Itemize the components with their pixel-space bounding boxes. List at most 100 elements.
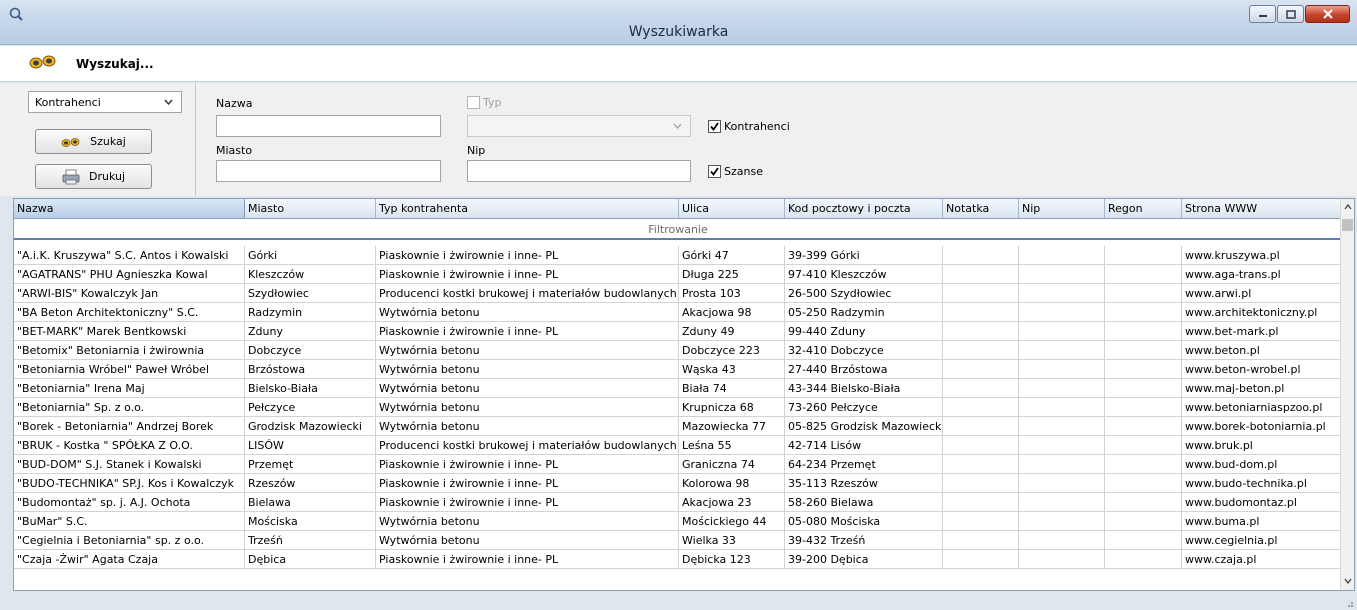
- table-cell: [1105, 436, 1182, 455]
- table-cell: Dębica: [245, 550, 376, 569]
- table-row[interactable]: "Borek - Betoniarnia" Andrzej Borek Grodz…: [14, 417, 1342, 436]
- close-icon: [1322, 9, 1333, 19]
- name-input[interactable]: [216, 115, 441, 137]
- column-header[interactable]: Notatka: [943, 199, 1019, 218]
- table-cell: Prosta 103: [679, 284, 785, 303]
- table-cell: Akacjowa 23: [679, 493, 785, 512]
- table-cell: [943, 379, 1019, 398]
- table-row[interactable]: "Betomix" Betoniarnia i żwirownia Dobczyc…: [14, 341, 1342, 360]
- table-cell: [1105, 246, 1182, 265]
- table-row[interactable]: "AGATRANS" PHU Agnieszka Kowal Kleszczów P…: [14, 265, 1342, 284]
- column-header[interactable]: Miasto: [245, 199, 376, 218]
- table-cell: [1105, 474, 1182, 493]
- table-cell: Akacjowa 98: [679, 303, 785, 322]
- table-cell: Wytwórnia betonu: [376, 303, 679, 322]
- column-header[interactable]: Typ kontrahenta: [376, 199, 679, 218]
- column-header[interactable]: Nip: [1019, 199, 1105, 218]
- binoculars-icon: [61, 136, 81, 148]
- search-button-label: Szukaj: [90, 135, 126, 148]
- table-row[interactable]: "Betoniarnia" Sp. z o.o. Pełczyce Wytwórni…: [14, 398, 1342, 417]
- table-cell: [1019, 341, 1105, 360]
- table-cell: Wytwórnia betonu: [376, 417, 679, 436]
- szanse-checkbox-box[interactable]: [708, 165, 721, 178]
- szanse-checkbox[interactable]: Szanse: [708, 165, 763, 178]
- kontrahenci-checkbox-box[interactable]: [708, 120, 721, 133]
- scroll-up-icon[interactable]: [1344, 204, 1352, 210]
- table-cell: Zduny: [245, 322, 376, 341]
- scroll-thumb[interactable]: [1342, 219, 1353, 231]
- table-cell: [1105, 455, 1182, 474]
- table-row[interactable]: "BA Beton Architektoniczny" S.C. Radzymin…: [14, 303, 1342, 322]
- table-cell: [943, 322, 1019, 341]
- column-header[interactable]: Nazwa: [14, 199, 245, 218]
- table-cell: "Budomontaż" sp. j. A.J. Ochota: [14, 493, 245, 512]
- table-cell: [1019, 303, 1105, 322]
- resize-grip-icon[interactable]: [1344, 598, 1354, 608]
- scroll-down-icon[interactable]: [1344, 578, 1352, 584]
- table-cell: [943, 246, 1019, 265]
- search-button[interactable]: Szukaj: [35, 129, 152, 154]
- table-row[interactable]: "Betoniarnia Wróbel" Paweł Wróbel Brzósto…: [14, 360, 1342, 379]
- search-panel: Kontrahenci Szukaj Drukuj Nazwa Miasto T…: [0, 83, 1357, 196]
- name-label: Nazwa: [216, 97, 253, 110]
- table-row[interactable]: "Czaja -Żwir" Agata Czaja Dębica Piaskowni…: [14, 550, 1342, 569]
- close-button[interactable]: [1305, 5, 1350, 23]
- column-header[interactable]: Strona WWW: [1182, 199, 1342, 218]
- table-cell: 32-410 Dobczyce: [785, 341, 943, 360]
- table-cell: Pełczyce: [245, 398, 376, 417]
- table-cell: "Cegielnia i Betoniarnia" sp. z o.o.: [14, 531, 245, 550]
- typ-checkbox-box[interactable]: [467, 96, 480, 109]
- table-cell: [1019, 493, 1105, 512]
- filter-row[interactable]: Filtrowanie: [14, 220, 1342, 240]
- table-cell: Producenci kostki brukowej i materiałów …: [376, 436, 679, 455]
- print-button[interactable]: Drukuj: [35, 164, 152, 189]
- table-cell: 99-440 Zduny: [785, 322, 943, 341]
- table-row[interactable]: "A.i.K. Kruszywa" S.C. Antos i Kowalski G…: [14, 246, 1342, 265]
- nip-input[interactable]: [467, 160, 691, 182]
- status-bar: [0, 592, 1357, 610]
- table-cell: Długa 225: [679, 265, 785, 284]
- table-cell: Górki: [245, 246, 376, 265]
- typ-checkbox[interactable]: Typ: [467, 96, 502, 109]
- table-row[interactable]: "Betoniarnia" Irena Maj Bielsko-Biała Wytw…: [14, 379, 1342, 398]
- table-cell: "BET-MARK" Marek Bentkowski: [14, 322, 245, 341]
- table-cell: 05-080 Mościska: [785, 512, 943, 531]
- table-cell: [943, 265, 1019, 284]
- city-input[interactable]: [216, 160, 441, 182]
- table-cell: [1019, 455, 1105, 474]
- vertical-scrollbar[interactable]: [1340, 199, 1354, 590]
- table-cell: Wąska 43: [679, 360, 785, 379]
- kontrahenci-checkbox[interactable]: Kontrahenci: [708, 120, 790, 133]
- table-row[interactable]: "BuMar" S.C. Mościska Wytwórnia betonu Mośc…: [14, 512, 1342, 531]
- table-cell: "Betomix" Betoniarnia i żwirownia: [14, 341, 245, 360]
- column-header[interactable]: Ulica: [679, 199, 785, 218]
- table-cell: 27-440 Brzóstowa: [785, 360, 943, 379]
- check-icon: [710, 167, 719, 176]
- table-cell: Bielawa: [245, 493, 376, 512]
- table-row[interactable]: "ARWI-BIS" Kowalczyk Jan Szydłowiec Produc…: [14, 284, 1342, 303]
- check-icon: [710, 122, 719, 131]
- table-row[interactable]: "BUD-DOM" S.J. Stanek i Kowalski Przemęt P…: [14, 455, 1342, 474]
- table-row[interactable]: "Cegielnia i Betoniarnia" sp. z o.o. Trze…: [14, 531, 1342, 550]
- table-row[interactable]: "BET-MARK" Marek Bentkowski Zduny Piaskown…: [14, 322, 1342, 341]
- table-cell: [1105, 512, 1182, 531]
- minimize-button[interactable]: [1249, 5, 1276, 23]
- entity-type-select[interactable]: Kontrahenci: [28, 91, 182, 113]
- table-cell: www.bud-dom.pl: [1182, 455, 1342, 474]
- table-cell: "AGATRANS" PHU Agnieszka Kowal: [14, 265, 245, 284]
- table-cell: Brzóstowa: [245, 360, 376, 379]
- table-cell: www.betoniarniaspzoo.pl: [1182, 398, 1342, 417]
- typ-select[interactable]: [467, 115, 691, 137]
- column-header[interactable]: Kod pocztowy i poczta: [785, 199, 943, 218]
- table-row[interactable]: "BRUK - Kostka " SPÓŁKA Z O.O. LISÓW Produ…: [14, 436, 1342, 455]
- table-cell: [1019, 322, 1105, 341]
- column-header[interactable]: Regon: [1105, 199, 1182, 218]
- table-cell: "Czaja -Żwir" Agata Czaja: [14, 550, 245, 569]
- table-row[interactable]: "BUDO-TECHNIKA" SP.J. Kos i Kowalczyk Rze…: [14, 474, 1342, 493]
- kontrahenci-label: Kontrahenci: [724, 120, 790, 133]
- title-bar: Wyszukiwarka: [0, 0, 1357, 45]
- table-cell: "BuMar" S.C.: [14, 512, 245, 531]
- maximize-button[interactable]: [1277, 5, 1304, 23]
- table-cell: [1105, 322, 1182, 341]
- table-row[interactable]: "Budomontaż" sp. j. A.J. Ochota Bielawa Pi…: [14, 493, 1342, 512]
